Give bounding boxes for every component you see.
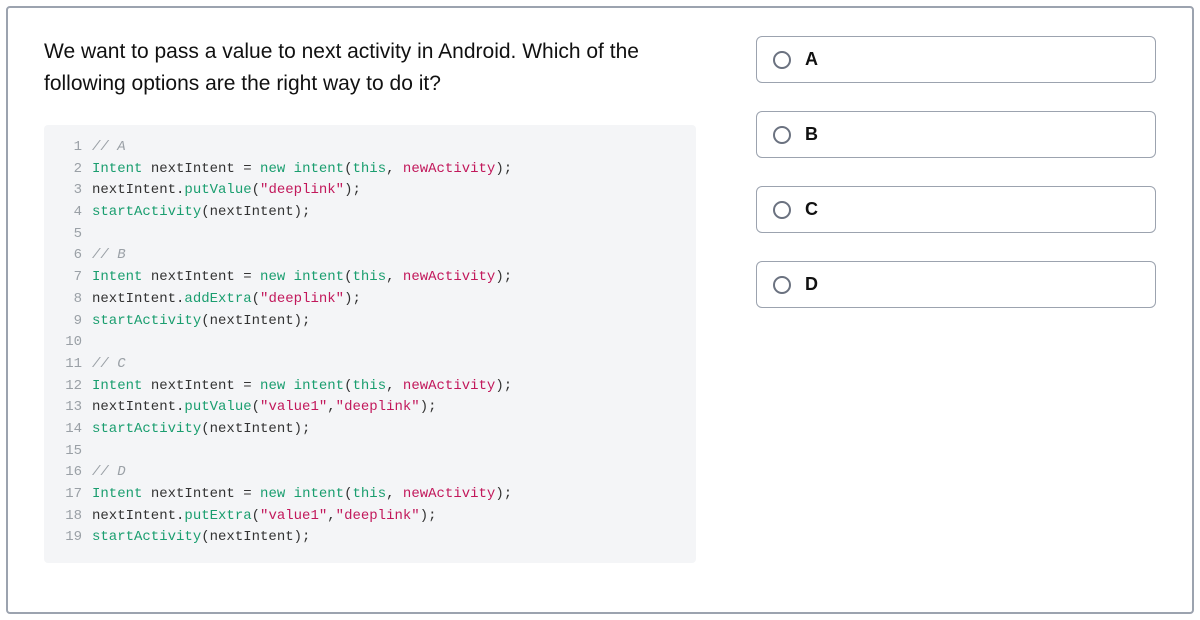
code-line: 5 [58,224,682,246]
line-number: 6 [58,245,82,267]
code-line: 9 startActivity(nextIntent); [58,311,682,333]
question-text: We want to pass a value to next activity… [44,36,696,99]
code-line: 15 [58,441,682,463]
code-content: startActivity(nextIntent); [92,311,310,333]
option-label: D [805,274,818,295]
radio-icon [773,201,791,219]
code-line: 19 startActivity(nextIntent); [58,527,682,549]
option-label: A [805,49,818,70]
code-line: 2 Intent nextIntent = new intent(this, ne… [58,159,682,181]
radio-icon [773,126,791,144]
code-line: 10 [58,332,682,354]
code-content: Intent nextIntent = new intent(this, new… [92,267,512,289]
option-d[interactable]: D [756,261,1156,308]
code-line: 12 Intent nextIntent = new intent(this, n… [58,376,682,398]
line-number: 14 [58,419,82,441]
option-label: B [805,124,818,145]
line-number: 1 [58,137,82,159]
code-line: 16 // D [58,462,682,484]
code-line: 4 startActivity(nextIntent); [58,202,682,224]
code-content: nextIntent.addExtra("deeplink"); [92,289,361,311]
line-number: 9 [58,311,82,333]
code-line: 14 startActivity(nextIntent); [58,419,682,441]
line-number: 10 [58,332,82,354]
code-content: Intent nextIntent = new intent(this, new… [92,159,512,181]
code-line: 6 // B [58,245,682,267]
code-content: // A [92,137,126,159]
code-content: Intent nextIntent = new intent(this, new… [92,484,512,506]
code-line: 1 // A [58,137,682,159]
code-content: nextIntent.putExtra("value1","deeplink")… [92,506,437,528]
line-number: 11 [58,354,82,376]
code-content: Intent nextIntent = new intent(this, new… [92,376,512,398]
line-number: 12 [58,376,82,398]
line-number: 2 [58,159,82,181]
option-b[interactable]: B [756,111,1156,158]
line-number: 13 [58,397,82,419]
line-number: 17 [58,484,82,506]
radio-icon [773,276,791,294]
line-number: 4 [58,202,82,224]
option-c[interactable]: C [756,186,1156,233]
code-line: 8 nextIntent.addExtra("deeplink"); [58,289,682,311]
code-line: 7 Intent nextIntent = new intent(this, ne… [58,267,682,289]
line-number: 15 [58,441,82,463]
code-content: startActivity(nextIntent); [92,527,310,549]
option-label: C [805,199,818,220]
code-content: startActivity(nextIntent); [92,419,310,441]
line-number: 3 [58,180,82,202]
option-a[interactable]: A [756,36,1156,83]
line-number: 18 [58,506,82,528]
code-block: 1 // A 2 Intent nextIntent = new intent(thi… [44,125,696,563]
code-content: nextIntent.putValue("deeplink"); [92,180,361,202]
line-number: 5 [58,224,82,246]
line-number: 19 [58,527,82,549]
code-line: 18 nextIntent.putExtra("value1","deeplink… [58,506,682,528]
line-number: 8 [58,289,82,311]
code-line: 17 Intent nextIntent = new intent(this, n… [58,484,682,506]
code-content: nextIntent.putValue("value1","deeplink")… [92,397,437,419]
options-column: A B C D [756,36,1156,584]
code-content: startActivity(nextIntent); [92,202,310,224]
line-number: 16 [58,462,82,484]
code-line: 11 // C [58,354,682,376]
code-content: // C [92,354,126,376]
code-content: // B [92,245,126,267]
line-number: 7 [58,267,82,289]
code-content: // D [92,462,126,484]
quiz-frame: We want to pass a value to next activity… [6,6,1194,614]
question-column: We want to pass a value to next activity… [44,36,696,584]
radio-icon [773,51,791,69]
code-line: 3 nextIntent.putValue("deeplink"); [58,180,682,202]
code-line: 13 nextIntent.putValue("value1","deeplink… [58,397,682,419]
